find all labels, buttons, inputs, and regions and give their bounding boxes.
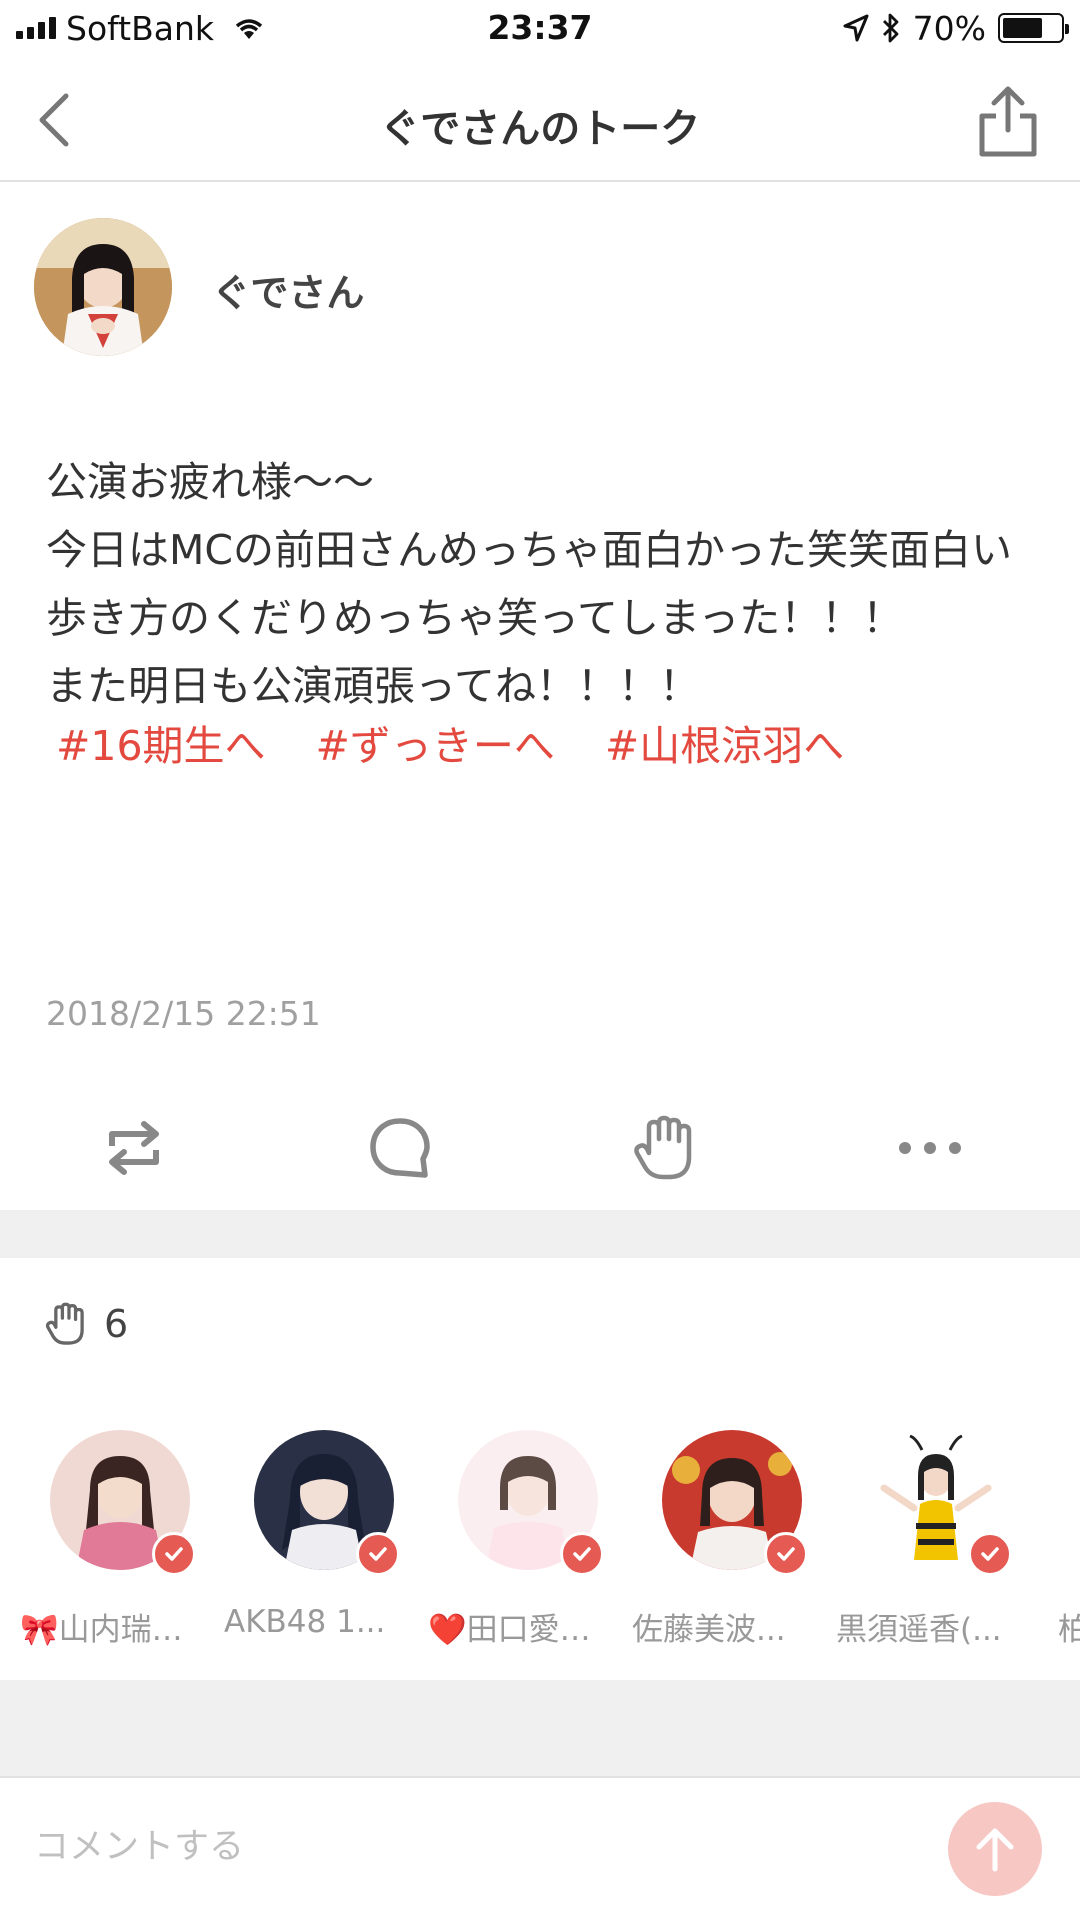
comment-button[interactable] (350, 1100, 450, 1196)
status-right: 70% (843, 8, 1069, 48)
verified-badge (152, 1532, 196, 1576)
section-divider (0, 1210, 1080, 1258)
comment-bar (0, 1776, 1080, 1920)
author-avatar[interactable] (34, 218, 172, 356)
battery-icon (998, 13, 1069, 43)
comment-input[interactable] (34, 1812, 914, 1882)
section-divider (0, 1680, 1080, 1776)
location-icon (843, 14, 869, 42)
liker-name-overflow: 柏 (1058, 1612, 1080, 1648)
clap-button[interactable] (616, 1100, 716, 1196)
hashtag[interactable]: #山根涼羽へ (605, 712, 844, 772)
check-icon (981, 1547, 999, 1561)
page-title: ぐでさんのトーク (379, 106, 701, 152)
nav-bar: ぐでさんのトーク (0, 58, 1080, 182)
action-bar (0, 1100, 1080, 1196)
send-button[interactable] (948, 1802, 1042, 1896)
battery-fill (1003, 18, 1043, 38)
repost-icon (109, 1121, 159, 1175)
post-body: 公演お疲れ様〜〜 今日はMCの前田さんめっちゃ面白かった笑笑面白い歩き方のくだり… (46, 458, 1013, 710)
liker-item[interactable]: 黒須遥香(... (836, 1430, 1036, 1650)
clap-icon (45, 1302, 84, 1345)
liker-list: 🎀山内瑞… AKB48 1... ❤️田口愛… 佐藤美波... 黒須遥香(...… (0, 1430, 1080, 1650)
verified-badge (968, 1532, 1012, 1576)
hashtag[interactable]: #16期生へ (56, 712, 266, 772)
check-icon (573, 1547, 591, 1561)
verified-badge (560, 1532, 604, 1576)
liker-name: 黒須遥香(... (836, 1612, 1002, 1648)
liker-name: AKB48 1... (224, 1604, 386, 1640)
post-timestamp: 2018/2/15 22:51 (46, 994, 321, 1033)
arrow-up-icon (976, 1828, 1014, 1872)
liker-item[interactable]: 🎀山内瑞… (20, 1430, 220, 1650)
hashtag[interactable]: #ずっきーへ (316, 712, 555, 772)
liker-name: ❤️田口愛… (428, 1612, 591, 1648)
liker-name: 佐藤美波... (632, 1612, 786, 1648)
verified-badge (764, 1532, 808, 1576)
repost-button[interactable] (84, 1100, 184, 1196)
liker-item[interactable]: ❤️田口愛… (428, 1430, 628, 1650)
liker-item[interactable]: 佐藤美波... (632, 1430, 832, 1650)
check-icon (777, 1547, 795, 1561)
more-button[interactable] (880, 1100, 980, 1196)
likes-count: 6 (104, 1302, 129, 1346)
check-icon (369, 1547, 387, 1561)
author-name[interactable]: ぐでさん (212, 262, 364, 317)
liker-item[interactable]: AKB48 1... (224, 1430, 424, 1650)
liker-name: 🎀山内瑞… (20, 1612, 183, 1648)
status-bar: SoftBank 23:37 70% (0, 0, 1080, 58)
more-icon (899, 1142, 961, 1154)
share-icon[interactable] (976, 84, 1040, 158)
author-avatar-image (34, 218, 172, 356)
bluetooth-icon (882, 13, 899, 43)
check-icon (165, 1547, 183, 1561)
tag-list: #16期生へ #ずっきーへ #山根涼羽へ (56, 712, 844, 772)
likes-summary[interactable]: 6 (44, 1300, 128, 1348)
comment-icon (370, 1118, 430, 1178)
verified-badge (356, 1532, 400, 1576)
battery-percent: 70% (912, 8, 986, 48)
clap-icon (634, 1115, 692, 1180)
